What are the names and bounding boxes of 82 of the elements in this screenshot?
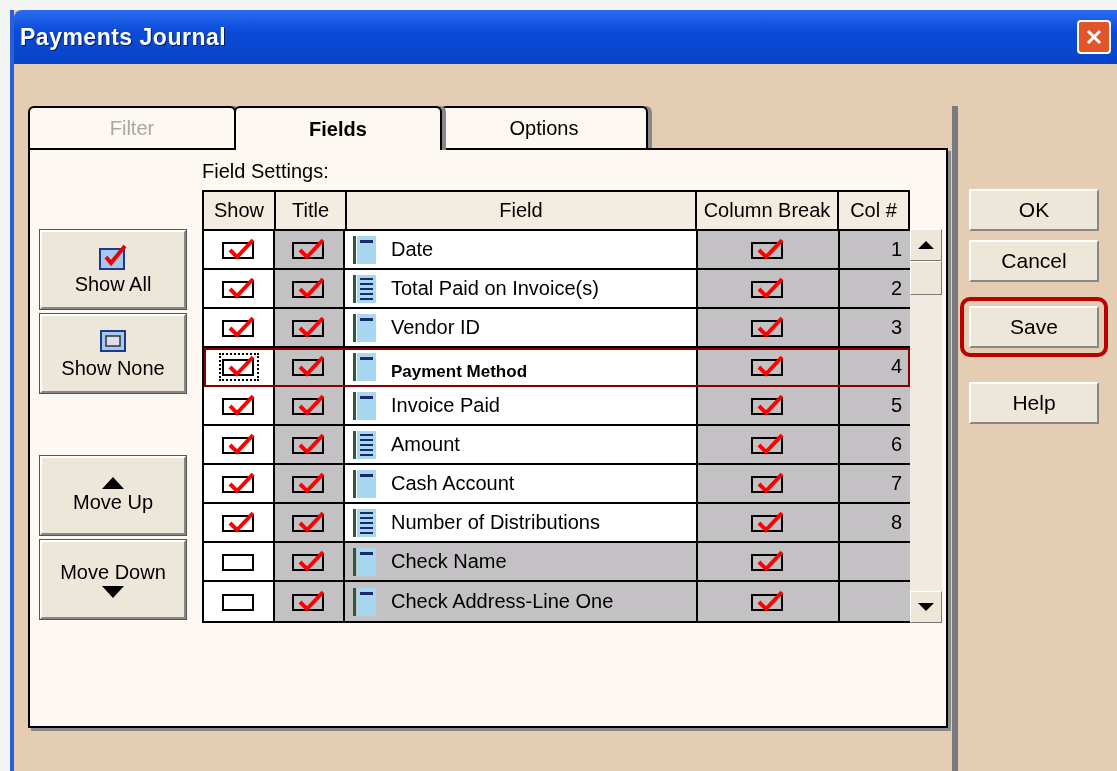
scroll-thumb[interactable] bbox=[910, 261, 942, 295]
column-number: 8 bbox=[890, 511, 902, 534]
list-icon bbox=[353, 430, 377, 459]
checkbox[interactable] bbox=[291, 432, 327, 457]
down-arrow-icon bbox=[102, 586, 124, 598]
checkbox[interactable] bbox=[750, 589, 786, 614]
column-icon bbox=[353, 352, 377, 381]
field-name: Total Paid on Invoice(s) bbox=[391, 277, 599, 300]
column-number: 6 bbox=[890, 433, 902, 456]
column-number: 4 bbox=[890, 355, 902, 378]
checkbox[interactable] bbox=[750, 549, 786, 574]
checkbox[interactable] bbox=[291, 471, 327, 496]
column-header: Title bbox=[276, 192, 347, 229]
checkbox-icon bbox=[98, 327, 128, 355]
column-number: 3 bbox=[890, 316, 902, 339]
column-icon bbox=[353, 587, 377, 616]
move-up-button[interactable]: Move Up bbox=[40, 456, 186, 535]
column-number: 1 bbox=[890, 238, 902, 261]
show-all-button[interactable]: Show All bbox=[40, 230, 186, 309]
column-number: 2 bbox=[890, 277, 902, 300]
checkbox[interactable] bbox=[220, 510, 257, 535]
column-header: Field bbox=[347, 192, 697, 229]
checkbox[interactable] bbox=[291, 589, 327, 614]
checkbox[interactable] bbox=[291, 315, 327, 340]
checkbox[interactable] bbox=[750, 354, 786, 379]
up-arrow-icon bbox=[918, 241, 934, 249]
column-icon bbox=[353, 313, 377, 342]
field-name: Vendor ID bbox=[391, 316, 480, 339]
checkbox[interactable] bbox=[291, 354, 327, 379]
section-label: Field Settings: bbox=[202, 160, 330, 184]
checkbox[interactable] bbox=[750, 393, 786, 418]
checkbox[interactable] bbox=[291, 276, 327, 301]
column-icon bbox=[353, 235, 377, 264]
checkbox[interactable] bbox=[220, 354, 257, 379]
column-number: 5 bbox=[890, 394, 902, 417]
checkbox[interactable] bbox=[220, 471, 257, 496]
window-title: Payments Journal bbox=[20, 23, 227, 51]
field-name: Date bbox=[391, 238, 434, 261]
checkbox[interactable] bbox=[750, 471, 786, 496]
checkbox[interactable] bbox=[750, 276, 786, 301]
field-name: Number of Distributions bbox=[391, 511, 600, 534]
column-header: Col # bbox=[839, 192, 910, 229]
field-name: Check Name bbox=[391, 550, 507, 573]
checkbox[interactable] bbox=[750, 432, 786, 457]
dialog-button[interactable]: Cancel bbox=[969, 240, 1099, 282]
field-name: Amount bbox=[391, 433, 460, 456]
scroll-down-button[interactable] bbox=[910, 591, 942, 623]
column-header: Show bbox=[204, 192, 276, 229]
field-name: Cash Account bbox=[391, 472, 515, 495]
checkbox[interactable] bbox=[220, 276, 257, 301]
field-name: Check Address-Line One bbox=[391, 590, 614, 613]
column-header: Column Break bbox=[697, 192, 839, 229]
show-none-button[interactable]: Show None bbox=[40, 314, 186, 393]
column-icon bbox=[353, 469, 377, 498]
checkbox[interactable] bbox=[220, 393, 257, 418]
checkbox[interactable] bbox=[291, 549, 327, 574]
field-name: Payment Method bbox=[391, 360, 528, 382]
checkbox[interactable] bbox=[220, 432, 257, 457]
column-icon bbox=[353, 547, 377, 576]
close-icon bbox=[1085, 28, 1103, 46]
dialog-button[interactable]: OK bbox=[969, 189, 1099, 231]
down-arrow-icon bbox=[918, 603, 934, 611]
dialog-button[interactable]: Save bbox=[969, 306, 1099, 348]
up-arrow-icon bbox=[102, 477, 124, 489]
list-icon bbox=[353, 274, 377, 303]
checkbox[interactable] bbox=[750, 510, 786, 535]
checkbox[interactable] bbox=[291, 393, 327, 418]
move-down-button[interactable]: Move Down bbox=[40, 540, 186, 619]
checkbox[interactable] bbox=[750, 237, 786, 262]
list-icon bbox=[353, 508, 377, 537]
checkbox[interactable] bbox=[750, 315, 786, 340]
checkbox[interactable] bbox=[291, 510, 327, 535]
checkbox[interactable] bbox=[291, 237, 327, 262]
checkbox[interactable] bbox=[220, 315, 257, 340]
scroll-up-button[interactable] bbox=[910, 229, 942, 261]
field-name: Invoice Paid bbox=[391, 394, 500, 417]
dialog-button[interactable]: Help bbox=[969, 382, 1099, 424]
checkbox[interactable] bbox=[220, 237, 257, 262]
column-icon bbox=[353, 391, 377, 420]
column-number: 7 bbox=[890, 472, 902, 495]
checkbox-icon bbox=[98, 243, 128, 271]
close-button[interactable] bbox=[1077, 20, 1111, 54]
